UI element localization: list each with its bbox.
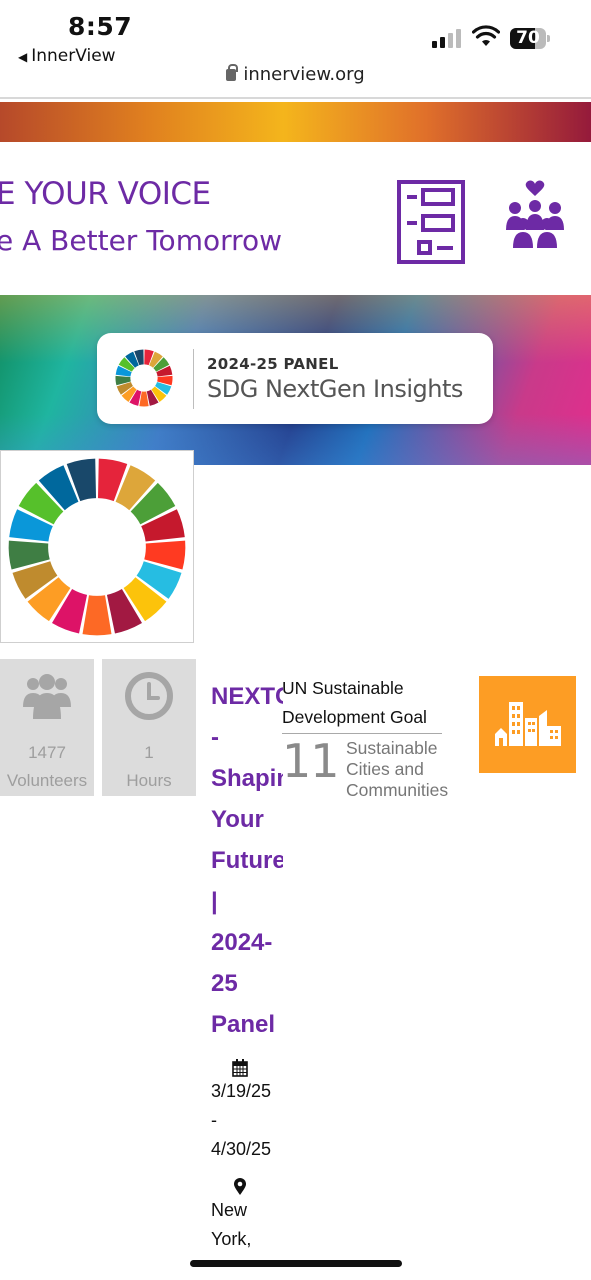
event-start-date: 3/19/25 [211,1081,272,1101]
volunteers-stat: 1477 Volunteers [0,659,94,796]
event-title-link[interactable]: NEXTGen - Shaping Your Future | 2024- 25… [211,676,283,1045]
header-gradient-stripe [0,102,591,142]
home-indicator [190,1260,402,1267]
event-title-line: - [211,724,219,751]
panel-year-label: 2024-25 PANEL [207,355,339,373]
hero-tagline-line-2: e A Better Tomorrow [0,224,283,257]
volunteers-label: Volunteers [6,771,88,790]
hero-tagline-line-1: E YOUR VOICE [0,176,211,212]
event-title-line: NEXTGen [211,683,283,710]
toolbar-divider [0,97,591,99]
event-title-line: 2024- [211,929,273,956]
un-goal-number: 11 [282,734,340,788]
un-goal-name: Sustainable Cities and Communities [346,738,449,800]
city-buildings-icon [495,702,561,746]
battery-percent: 70 [516,28,540,48]
hours-label: Hours [126,771,172,790]
un-goal-info: UN Sustainable Development Goal 11 Susta… [282,678,472,808]
panel-divider [193,349,194,409]
signal-icon [432,28,464,48]
event-title-line: Panel [211,1011,276,1038]
hours-stat: 1 Hours [102,659,196,796]
sdg-wheel-segment [82,595,112,636]
event-title-line: 25 [211,970,238,997]
address-url: innerview.org [243,64,365,85]
clock-icon [125,672,173,720]
lock-icon [226,64,239,81]
battery-icon: 70 [510,28,550,49]
survey-form-icon [397,180,465,264]
un-goal-heading: UN Sustainable [282,678,404,698]
volunteers-count: 1477 [28,743,66,762]
panel-badge: 2024-25 PANEL SDG NextGen Insights [97,333,493,424]
event-title-line: | [211,888,218,915]
calendar-icon [232,1059,248,1077]
map-pin-icon [234,1178,246,1195]
un-goal-heading: Development Goal [282,707,427,727]
panel-name: SDG NextGen Insights [207,375,463,403]
sdg-wheel-logo-icon [8,458,186,636]
back-app-label: InnerView [31,46,116,66]
event-logo[interactable] [0,450,194,643]
back-arrow-icon: ◀ [18,50,28,64]
event-title-line: Shaping [211,765,283,792]
back-to-app-link[interactable]: ◀ InnerView [18,46,116,66]
event-location-line: York, [211,1229,252,1249]
wifi-icon [472,25,500,46]
community-heart-icon [506,180,564,248]
sdg-11-tile[interactable] [479,676,576,773]
event-title-line: Future [211,847,283,874]
address-bar[interactable]: innerview.org [0,64,591,85]
sdg-wheel-icon [115,349,173,407]
hours-count: 1 [144,743,154,762]
event-location-line: New [211,1200,248,1220]
event-details: NEXTGen - Shaping Your Future | 2024- 25… [211,676,283,1266]
event-title-line: Your [211,806,264,833]
status-time: 8:57 [68,12,133,41]
status-bar: 8:57 ◀ InnerView 70 innerview.org [0,0,591,100]
event-end-date: 4/30/25 [211,1139,272,1159]
event-date-separator: - [211,1110,217,1130]
people-icon [23,674,71,719]
